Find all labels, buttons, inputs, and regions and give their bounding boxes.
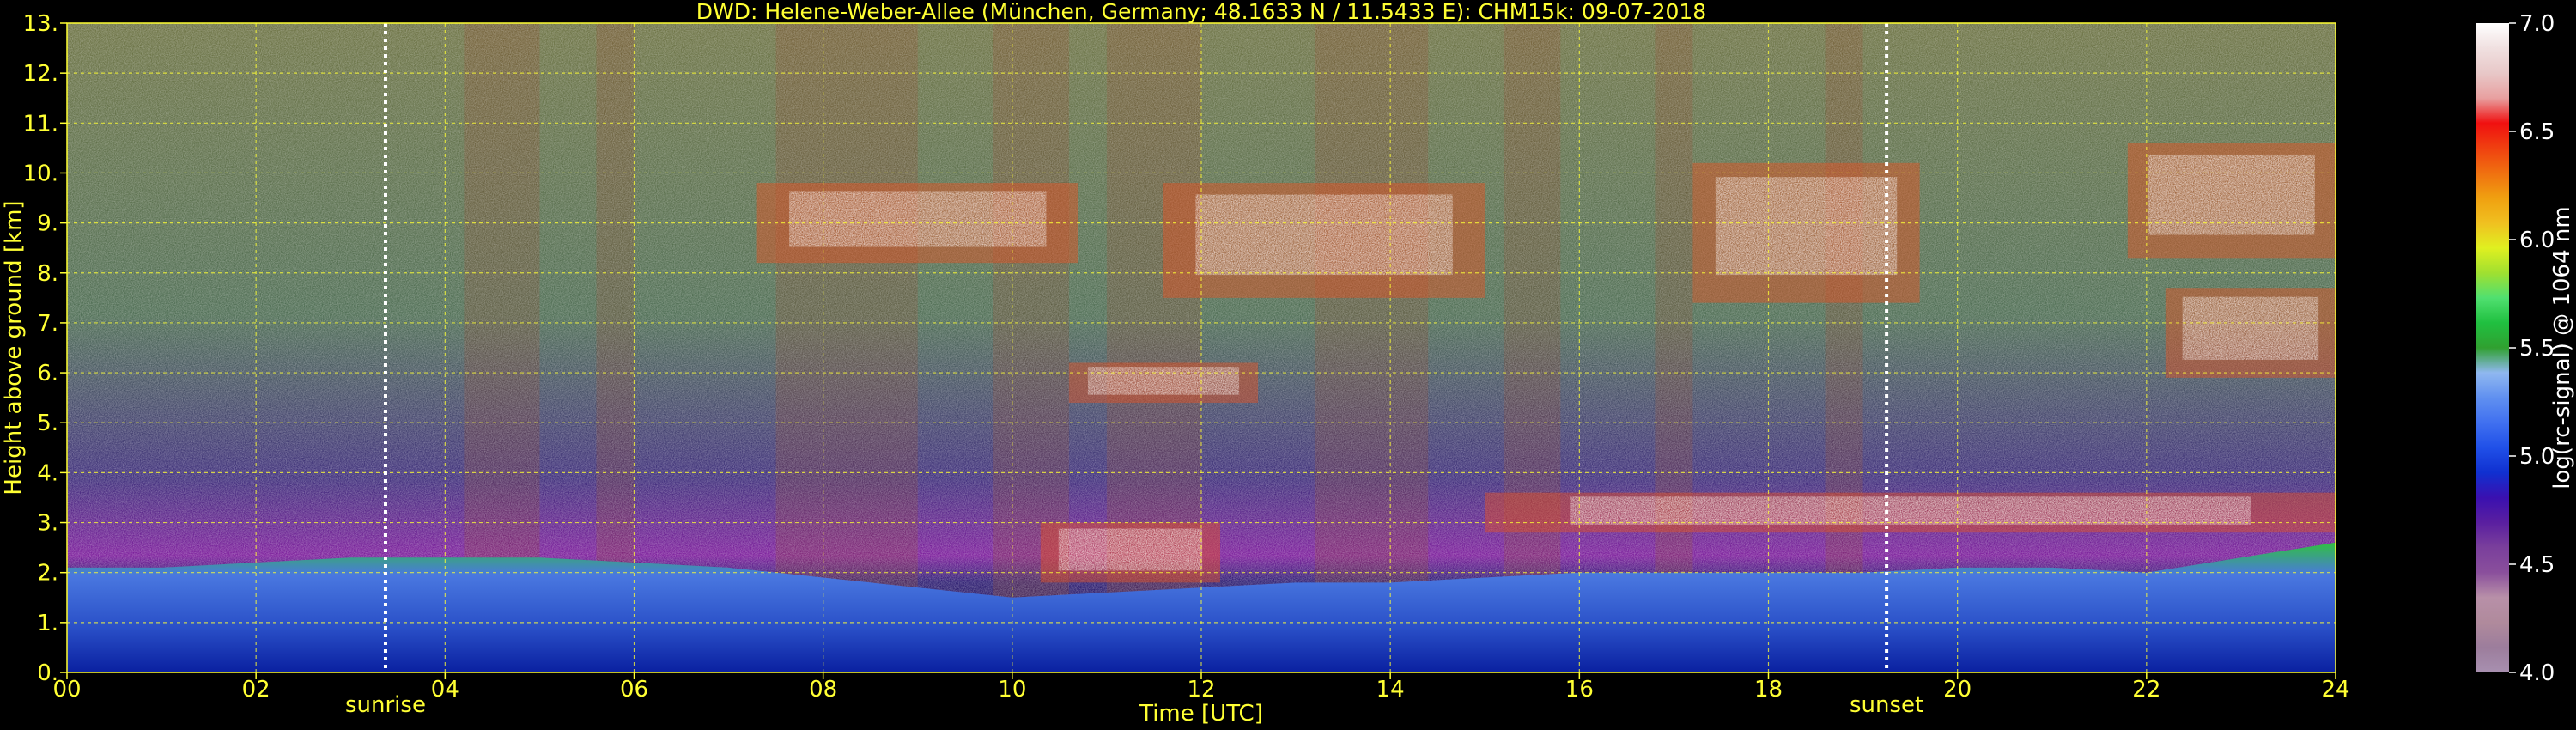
- x-tick-label: 06: [620, 677, 648, 703]
- cloud-layer: [1163, 183, 1485, 298]
- x-tick-label: 16: [1565, 677, 1594, 703]
- y-tick-label: 5.: [37, 411, 58, 436]
- cloud-bright: [2182, 296, 2319, 360]
- colorbar-tick-label: 4.5: [2519, 552, 2555, 578]
- chart-title: DWD: Helene-Weber-Allee (München, German…: [696, 0, 1706, 24]
- y-tick-label: 4.: [37, 460, 58, 486]
- colorbar-tick-label: 4.0: [2519, 660, 2555, 686]
- x-tick-label: 18: [1754, 677, 1783, 703]
- y-tick-label: 10.: [23, 161, 58, 186]
- y-tick-label: 7.: [37, 311, 58, 337]
- x-tick-label: 24: [2321, 677, 2349, 703]
- sun-marker-label: sunrise: [345, 692, 426, 718]
- cloud-bright: [1058, 528, 1203, 571]
- x-tick-label: 04: [431, 677, 459, 703]
- y-tick-label: 12.: [23, 61, 58, 87]
- sun-marker-label: sunset: [1850, 692, 1923, 718]
- cloud-layer: [1068, 362, 1259, 403]
- y-tick-label: 1.: [37, 611, 58, 636]
- colorbar-tick-label: 7.0: [2519, 11, 2555, 37]
- annotation-labels: sunrise sunset: [345, 692, 1923, 718]
- y-tick-label: 11.: [23, 111, 58, 137]
- y-tick-label: 9.: [37, 211, 58, 237]
- cloud-bright: [1195, 194, 1453, 276]
- x-tick-label: 22: [2132, 677, 2160, 703]
- x-tick-label: 08: [809, 677, 837, 703]
- colorbar-label: log(rc-signal) @ 1064 nm: [2549, 206, 2575, 489]
- colorbar-ticks: 4.04.55.05.56.06.57.0: [2509, 11, 2555, 686]
- x-tick-label: 14: [1376, 677, 1405, 703]
- colorbar-bar: [2476, 23, 2509, 672]
- x-tick-label: 10: [998, 677, 1026, 703]
- x-tick-label: 20: [1943, 677, 1971, 703]
- y-tick-label: 2.: [37, 561, 58, 587]
- colorbar-tick-label: 6.5: [2519, 119, 2555, 145]
- y-tick-label: 13.: [23, 11, 58, 37]
- cloud-bright: [1570, 496, 2251, 525]
- y-tick-label: 3.: [37, 511, 58, 537]
- x-tick-label: 02: [242, 677, 270, 703]
- x-axis-label: Time [UTC]: [1139, 701, 1263, 727]
- x-tick-label: 12: [1187, 677, 1215, 703]
- y-tick-label: 6.: [37, 361, 58, 386]
- cloud-bright: [1087, 367, 1240, 395]
- colorbar: 4.04.55.05.56.06.57.0 log(rc-signal) @ 1…: [2476, 11, 2575, 686]
- y-axis-ticks: 0. 1. 2. 3. 4. 5. 6. 7. 8. 9. 10. 11. 12. 13.: [23, 11, 67, 686]
- cloud-layer: [1485, 492, 2336, 533]
- cloud-layer: [2127, 143, 2336, 259]
- y-tick-label: 0.: [37, 660, 58, 686]
- ceilometer-chart: 00 02 04 06 08 10 12 14 16 18 20 22 24 0.1.2.3.4.5.6…: [1, 0, 2575, 727]
- y-tick-label: 8.: [37, 261, 58, 287]
- cloud-layer: [1040, 522, 1221, 583]
- cloud-bright: [1715, 177, 1898, 276]
- cloud-layer: [2165, 288, 2336, 378]
- y-axis-label: Height above ground [km]: [1, 200, 27, 495]
- cloud-bright: [789, 191, 1047, 247]
